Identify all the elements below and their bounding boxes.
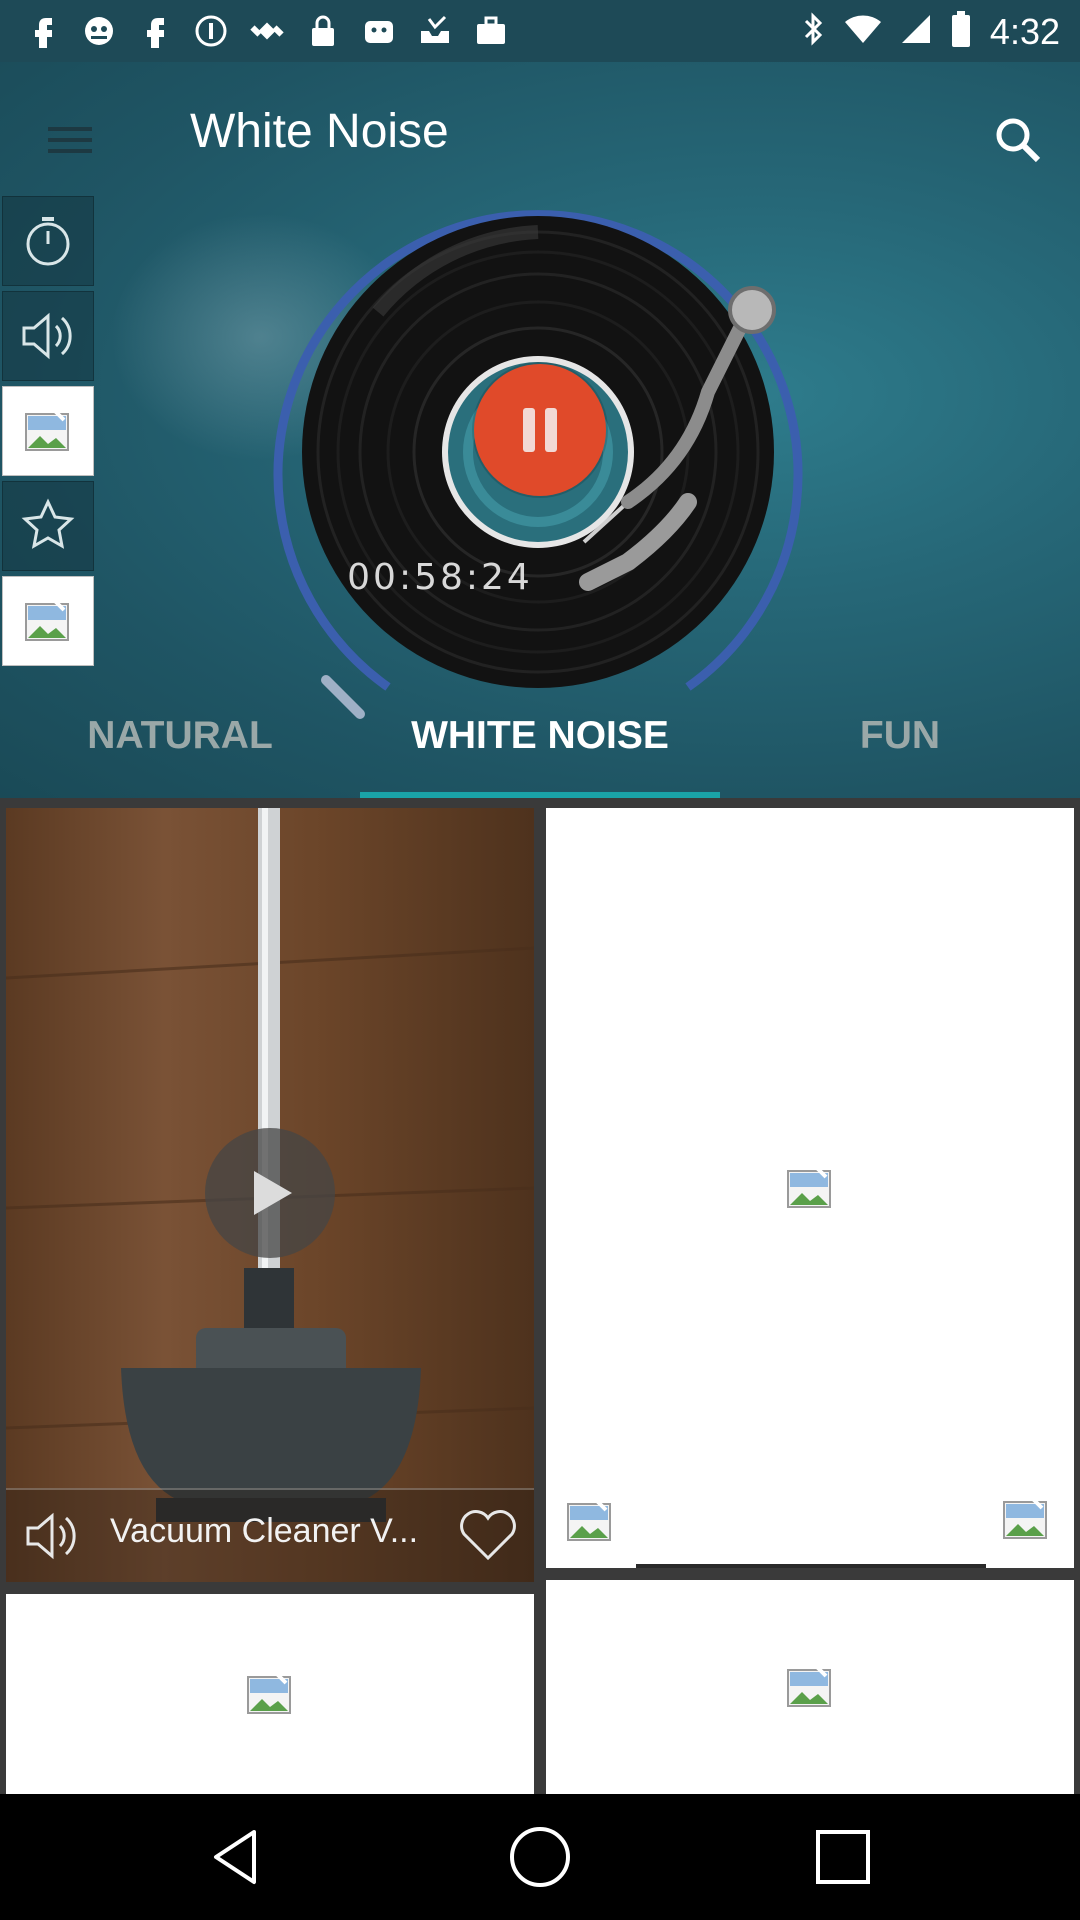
back-button[interactable] (202, 1822, 272, 1892)
briefcase-icon (472, 12, 510, 50)
image-icon[interactable] (566, 1498, 614, 1549)
inbox-icon (416, 12, 454, 50)
system-status: 4:32 (802, 10, 1060, 53)
side-toolbar (2, 196, 96, 671)
play-icon (254, 1171, 292, 1215)
notification-icon (192, 12, 230, 50)
image-icon (25, 408, 69, 451)
fb-icon (136, 12, 174, 50)
player-header: White Noise 00:58:24 NATURAL WHITE NOISE… (0, 62, 1080, 798)
pause-icon (523, 408, 557, 452)
sound-title: Vacuum Cleaner V... (110, 1512, 419, 1550)
fake-app-icon (80, 12, 118, 50)
page-title: White Noise (190, 105, 449, 158)
image-icon (25, 598, 69, 641)
sound-card-vacuum[interactable]: Vacuum Cleaner V... (6, 808, 534, 1582)
heart-icon[interactable] (456, 1508, 520, 1569)
sound-card[interactable] (6, 1594, 534, 1794)
system-nav-bar (0, 1794, 1080, 1920)
fb-icon (24, 12, 62, 50)
clock: 4:32 (989, 10, 1060, 52)
sounds-grid: Vacuum Cleaner V... (0, 798, 1080, 1794)
timer-button[interactable] (2, 196, 94, 286)
image-icon (787, 1664, 831, 1707)
tab-white-noise[interactable]: WHITE NOISE (360, 714, 720, 758)
sound-card[interactable] (546, 808, 1074, 1568)
image-icon (247, 1671, 291, 1714)
category-tabs: NATURAL WHITE NOISE FUN (0, 672, 1080, 798)
signal-icon (900, 13, 932, 50)
home-button[interactable] (505, 1822, 575, 1892)
lock-icon (304, 12, 342, 50)
notification-icons (24, 12, 510, 50)
image-button[interactable] (2, 386, 94, 476)
sound-card-footer: Vacuum Cleaner V... (6, 1488, 534, 1582)
sound-card[interactable] (546, 1580, 1074, 1794)
timer-icon (26, 217, 70, 266)
recents-button[interactable] (808, 1822, 878, 1892)
app-icon (360, 12, 398, 50)
menu-icon[interactable] (40, 110, 100, 170)
battery-icon (950, 10, 972, 53)
satellite-icon (248, 12, 286, 50)
wifi-icon (844, 13, 882, 50)
favorite-button[interactable] (2, 481, 94, 571)
tab-fun[interactable]: FUN (720, 714, 1080, 758)
image-icon[interactable] (1002, 1496, 1050, 1547)
pause-button[interactable] (474, 364, 606, 496)
volume-icon[interactable] (22, 1510, 86, 1567)
image-button[interactable] (2, 576, 94, 666)
search-icon[interactable] (986, 108, 1050, 172)
image-icon (787, 1165, 831, 1208)
tab-natural[interactable]: NATURAL (0, 714, 360, 758)
volume-icon (22, 312, 72, 360)
elapsed-time: 00:58:24 (347, 557, 533, 598)
bluetooth-icon (802, 11, 826, 52)
status-bar: 4:32 (0, 0, 1080, 62)
volume-button[interactable] (2, 291, 94, 381)
play-button[interactable] (205, 1128, 335, 1258)
star-icon (21, 498, 75, 549)
